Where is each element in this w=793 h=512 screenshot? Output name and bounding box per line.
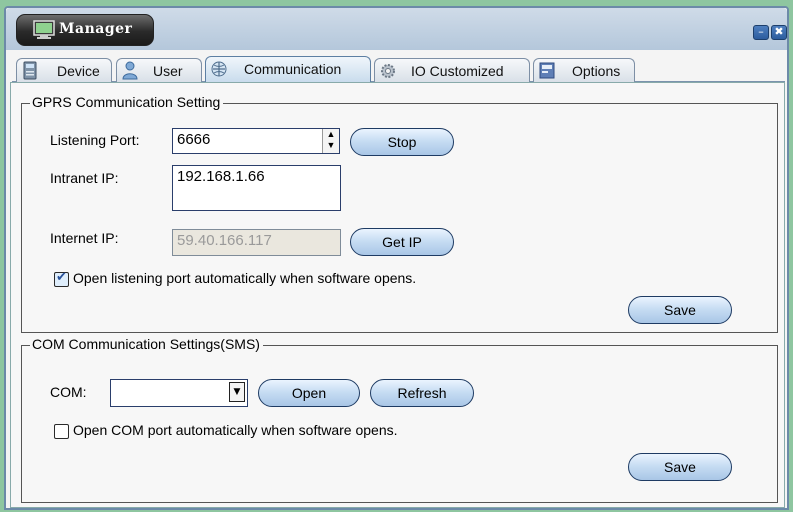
monitor-icon [33, 20, 55, 39]
com-port-select[interactable]: ▼ [110, 379, 248, 407]
auto-open-com-checkbox[interactable] [54, 424, 69, 439]
com-settings-group: COM Communication Settings(SMS) COM: ▼ O… [21, 336, 778, 503]
window-frame: Manager – ✖ Device User Communication IO… [0, 0, 793, 512]
gear-icon [381, 64, 395, 78]
tab-communication-label: Communication [244, 61, 342, 77]
tab-user[interactable]: User [116, 58, 202, 82]
manager-window: Manager – ✖ Device User Communication IO… [4, 6, 789, 510]
internet-ip-field: 59.40.166.117 [172, 229, 341, 256]
com-label: COM: [50, 384, 87, 400]
title-bar: Manager – ✖ [6, 8, 787, 50]
open-button[interactable]: Open [258, 379, 360, 407]
auto-open-listening-checkbox[interactable] [54, 270, 69, 287]
com-save-button[interactable]: Save [628, 453, 732, 481]
close-button[interactable]: ✖ [771, 25, 787, 40]
listening-port-value: 6666 [177, 131, 211, 148]
intranet-ip-label: Intranet IP: [50, 170, 119, 186]
spin-down-icon[interactable]: ▼ [323, 140, 339, 151]
get-ip-button[interactable]: Get IP [350, 228, 454, 256]
tab-communication[interactable]: Communication [205, 56, 371, 82]
tab-strip: Device User Communication IO Customized … [10, 54, 785, 82]
spin-up-icon[interactable]: ▲ [323, 129, 339, 140]
app-menu-button[interactable]: Manager [16, 14, 154, 46]
options-icon [539, 62, 555, 79]
listening-port-label: Listening Port: [50, 132, 140, 148]
intranet-ip-value: 192.168.1.66 [177, 168, 265, 185]
user-icon [122, 61, 138, 80]
gprs-group-title: GPRS Communication Setting [30, 94, 224, 110]
gprs-save-button[interactable]: Save [628, 296, 732, 324]
minimize-button[interactable]: – [753, 25, 769, 40]
tab-options-label: Options [572, 63, 621, 79]
tab-content-panel: GPRS Communication Setting Listening Por… [10, 82, 785, 508]
tab-options[interactable]: Options [533, 58, 635, 82]
close-icon: ✖ [774, 25, 784, 38]
tab-device[interactable]: Device [16, 58, 112, 82]
tab-user-label: User [153, 63, 183, 79]
refresh-button[interactable]: Refresh [370, 379, 474, 407]
auto-open-listening-label[interactable]: Open listening port automatically when s… [73, 270, 416, 286]
com-group-title: COM Communication Settings(SMS) [30, 336, 263, 352]
device-icon [23, 61, 37, 80]
gprs-settings-group: GPRS Communication Setting Listening Por… [21, 94, 778, 333]
port-spin-arrows[interactable]: ▲ ▼ [322, 129, 339, 153]
intranet-ip-field[interactable]: 192.168.1.66 [172, 165, 341, 211]
tab-device-label: Device [57, 63, 100, 79]
window-title: Manager [59, 21, 133, 37]
communication-icon [211, 61, 227, 77]
auto-open-com-label[interactable]: Open COM port automatically when softwar… [73, 422, 398, 438]
listening-port-stepper[interactable]: 6666 ▲ ▼ [172, 128, 340, 154]
stop-button[interactable]: Stop [350, 128, 454, 156]
internet-ip-label: Internet IP: [50, 230, 119, 246]
tab-io-customized[interactable]: IO Customized [374, 58, 530, 82]
tab-io-customized-label: IO Customized [411, 63, 504, 79]
minimize-icon: – [758, 25, 764, 38]
chevron-down-icon[interactable]: ▼ [229, 382, 245, 402]
internet-ip-value: 59.40.166.117 [177, 232, 272, 249]
